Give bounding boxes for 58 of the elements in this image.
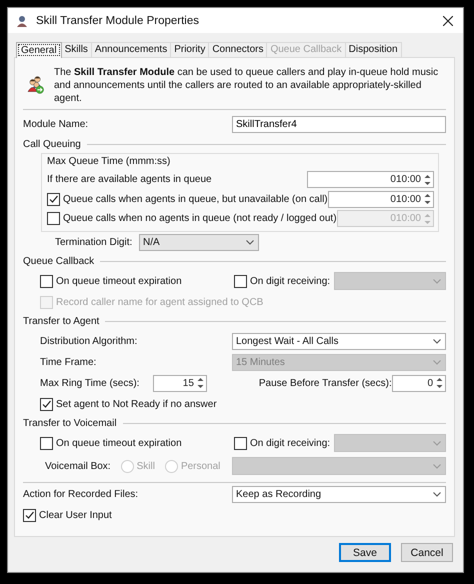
distribution-algorithm-dropdown[interactable]: Longest Wait - All Calls	[232, 332, 446, 350]
chevron-down-icon	[433, 492, 441, 496]
chevron-down-icon	[433, 278, 441, 284]
close-icon[interactable]	[443, 16, 453, 26]
tab[interactable]: Priority	[170, 42, 210, 57]
time-spinner[interactable]: 010:00	[328, 190, 434, 208]
field-label: Action for Recorded Files:	[23, 488, 138, 500]
section-heading: Queue Callback	[23, 256, 94, 267]
app-icon	[16, 14, 28, 26]
field-label: Time Frame:	[40, 356, 96, 368]
spin-arrows-icon[interactable]	[423, 172, 432, 187]
section-heading: Transfer to Agent	[23, 316, 100, 327]
checkbox[interactable]	[234, 274, 247, 288]
tab[interactable]: General	[16, 42, 62, 58]
checkbox-option[interactable]: On digit receiving:	[234, 436, 330, 450]
window-title: Skill Transfer Module Properties	[36, 14, 200, 26]
chevron-down-icon	[433, 338, 441, 344]
chevron-down-icon	[433, 464, 441, 468]
checkbox[interactable]	[47, 192, 60, 206]
field-label: Voicemail Box:	[45, 460, 111, 472]
section-heading: Call Queuing	[23, 138, 81, 150]
checkbox-option[interactable]: Set agent to Not Ready if no answer	[40, 398, 217, 410]
tab[interactable]: Disposition	[344, 42, 402, 57]
max-ring-time-spinner[interactable]: 15	[153, 374, 207, 392]
time-spinner[interactable]: 010:00	[307, 171, 434, 188]
option-label: If there are available agents in queue	[47, 174, 212, 186]
checkbox-option[interactable]: Queue calls when no agents in queue (not ready / logged out)	[47, 212, 337, 226]
checkbox-option[interactable]: Clear User Input	[23, 508, 112, 522]
spin-arrows-icon[interactable]	[435, 376, 444, 390]
checkbox[interactable]	[40, 436, 53, 450]
field-label: Distribution Algorithm:	[40, 336, 138, 346]
field-label: Max Ring Time (secs):	[40, 378, 140, 388]
chevron-down-icon	[246, 240, 254, 244]
chevron-down-icon	[433, 440, 441, 446]
cancel-button[interactable]: Cancel	[401, 543, 453, 562]
checkbox[interactable]	[40, 274, 53, 288]
field-label: Termination Digit:	[55, 236, 134, 248]
checkbox-option[interactable]: Queue calls when agents in queue, but unavailable (on call)	[47, 192, 328, 206]
description-text: The Skill Transfer Module can be used to queue callers and play in-queue hold music and announcements until the callers are routed to an available appropriately-skilled agent.	[54, 66, 440, 104]
group-title: Max Queue Time (mmm:ss)	[47, 155, 172, 169]
field-label: Pause Before Transfer (secs):	[258, 378, 392, 388]
chevron-down-icon	[433, 360, 441, 364]
checkbox[interactable]	[234, 436, 247, 450]
checkbox-option[interactable]: On queue timeout expiration	[40, 274, 234, 288]
spin-arrows-icon[interactable]	[196, 376, 205, 390]
checkbox-option[interactable]: On queue timeout expiration	[40, 436, 234, 450]
checkbox[interactable]	[40, 398, 53, 410]
pause-spinner[interactable]: 0	[392, 374, 446, 392]
module-name-field[interactable]: SkillTransfer4	[232, 116, 446, 133]
checkbox[interactable]	[23, 508, 36, 522]
checkbox[interactable]	[47, 212, 60, 226]
termination-digit-dropdown[interactable]: N/A	[139, 234, 259, 250]
spin-arrows-icon[interactable]	[423, 192, 432, 206]
save-button[interactable]: Save	[339, 543, 391, 562]
field-label: Module Name:	[23, 119, 88, 130]
checkbox-option[interactable]: On digit receiving:	[234, 274, 330, 288]
section-heading: Transfer to Voicemail	[23, 418, 117, 429]
recorded-files-action-dropdown[interactable]: Keep as Recording	[232, 486, 446, 502]
